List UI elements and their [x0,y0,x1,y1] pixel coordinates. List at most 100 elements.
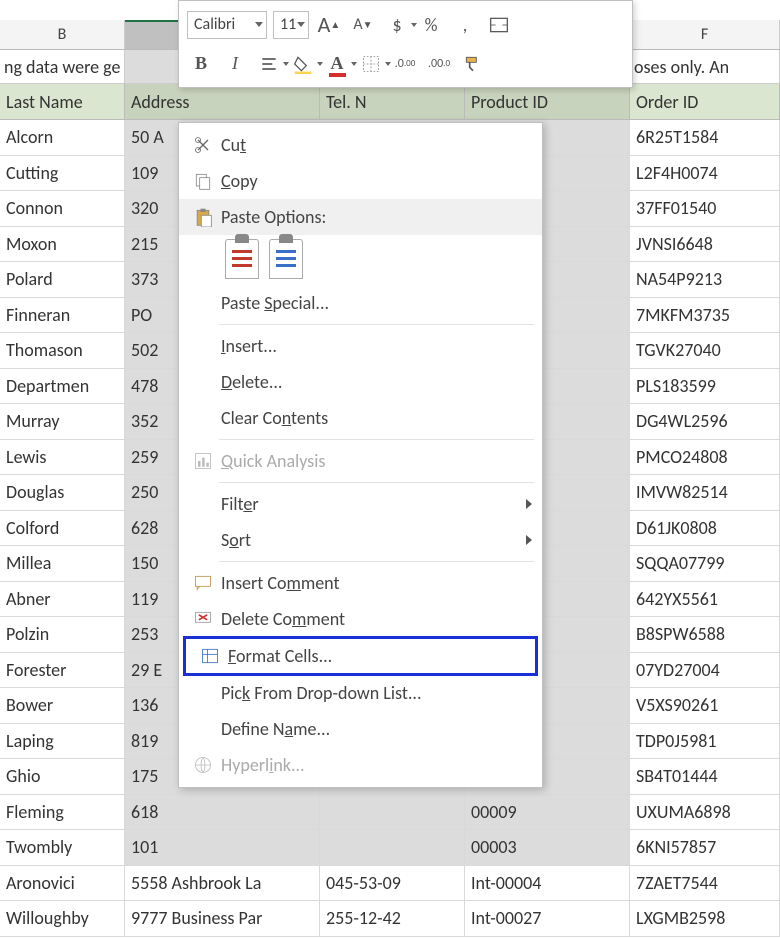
cell[interactable]: Laping [0,724,125,759]
font-color-icon[interactable]: A [323,50,351,78]
cell[interactable]: Departmen [0,369,125,404]
table-row[interactable]: Fleming618 00009UXUMA6898 [0,795,780,831]
menu-pick-from-list[interactable]: Pick From Drop-down List... [179,675,542,711]
fill-color-icon[interactable] [289,50,317,78]
cell[interactable]: 6R25T1584 [630,120,780,155]
increase-decimal-icon[interactable]: .0.00 [391,50,419,78]
header-address[interactable]: Address [125,84,320,119]
header-product[interactable]: Product ID [465,84,630,119]
cell[interactable]: 37FF01540 [630,191,780,226]
cell[interactable]: 255-12-42 [320,901,465,936]
cell[interactable]: Twombly [0,830,125,865]
menu-filter[interactable]: Filter [179,486,542,522]
cell[interactable]: Willoughby [0,901,125,936]
cell[interactable]: 6KNI57857 [630,830,780,865]
menu-cut[interactable]: Cut [179,127,542,163]
cell[interactable]: Aronovici [0,866,125,901]
cell[interactable]: UXUMA6898 [630,795,780,830]
menu-copy[interactable]: Copy [179,163,542,199]
cell[interactable]: TDP0J5981 [630,724,780,759]
cell[interactable]: Moxon [0,227,125,262]
cell[interactable]: LXGMB2598 [630,901,780,936]
cell[interactable]: Colford [0,511,125,546]
percent-icon[interactable]: % [417,11,445,39]
cell[interactable]: Forester [0,653,125,688]
cell[interactable]: PMCO24808 [630,440,780,475]
format-painter-icon[interactable] [459,50,487,78]
cell[interactable]: Cutting [0,156,125,191]
cell[interactable]: Abner [0,582,125,617]
italic-icon[interactable]: I [221,50,249,78]
grow-font-icon[interactable]: A▲ [315,11,343,39]
cell[interactable]: V5XS90261 [630,688,780,723]
menu-format-cells[interactable]: Format Cells... [183,636,538,676]
font-name-combo[interactable]: Calibri [187,11,267,39]
menu-delete[interactable]: Delete... [179,364,542,400]
paste-values[interactable] [269,239,303,279]
menu-insert[interactable]: Insert... [179,328,542,364]
decrease-decimal-icon[interactable]: .00.0 [425,50,453,78]
cell[interactable]: 7MKFM3735 [630,298,780,333]
cell[interactable]: 101 [125,830,320,865]
cell[interactable]: 5558 Ashbrook La [125,866,320,901]
cell[interactable]: 00003 [465,830,630,865]
cell[interactable]: Ghio [0,759,125,794]
cell[interactable]: D61JK0808 [630,511,780,546]
cell[interactable]: Polzin [0,617,125,652]
cell[interactable]: 618 [125,795,320,830]
cell[interactable]: Douglas [0,475,125,510]
cell[interactable]: JVNSI6648 [630,227,780,262]
menu-clear-contents[interactable]: Clear Contents [179,400,542,436]
menu-delete-comment[interactable]: Delete Comment [179,601,542,637]
menu-sort[interactable]: Sort [179,522,542,558]
cell[interactable]: 07YD27004 [630,653,780,688]
cell[interactable]: NA54P9213 [630,262,780,297]
header-lastname[interactable]: Last Name [0,84,125,119]
menu-insert-comment[interactable]: Insert Comment [179,565,542,601]
cell[interactable]: Int-00004 [465,866,630,901]
table-row[interactable]: Twombly101 000036KNI57857 [0,830,780,866]
cell[interactable]: 9777 Business Par [125,901,320,936]
merge-icon[interactable] [485,11,513,39]
borders-icon[interactable] [357,50,385,78]
cell[interactable]: Fleming [0,795,125,830]
cell[interactable]: 045-53-09 [320,866,465,901]
table-row[interactable]: Willoughby9777 Business Par255-12-42Int-… [0,901,780,937]
header-tel[interactable]: Tel. N [320,84,465,119]
cell[interactable]: Connon [0,191,125,226]
col-f-header[interactable]: F [630,20,780,49]
cell[interactable]: Lewis [0,440,125,475]
cell[interactable]: 00009 [465,795,630,830]
cell[interactable]: DG4WL2596 [630,404,780,439]
cell[interactable]: Finneran [0,298,125,333]
cell[interactable]: SQQA07799 [630,546,780,581]
cell[interactable]: Murray [0,404,125,439]
menu-paste-special[interactable]: Paste Special... [179,285,542,321]
bold-icon[interactable]: B [187,50,215,78]
paste-keep-formatting[interactable] [225,239,259,279]
cell[interactable]: B8SPW6588 [630,617,780,652]
cell[interactable]: Bower [0,688,125,723]
cell[interactable]: 642YX5561 [630,582,780,617]
font-size-combo[interactable]: 11 [273,11,309,39]
cell[interactable]: Millea [0,546,125,581]
cell[interactable] [320,830,465,865]
cell[interactable]: Thomason [0,333,125,368]
comma-icon[interactable]: , [451,11,479,39]
col-b-header[interactable]: B [0,20,125,49]
cell[interactable]: PLS183599 [630,369,780,404]
cell[interactable]: L2F4H0074 [630,156,780,191]
align-icon[interactable] [255,50,283,78]
table-row[interactable]: Aronovici5558 Ashbrook La045-53-09Int-00… [0,866,780,902]
cell[interactable]: IMVW82514 [630,475,780,510]
cell[interactable]: Alcorn [0,120,125,155]
cell[interactable]: TGVK27040 [630,333,780,368]
cell[interactable]: Polard [0,262,125,297]
cell[interactable]: SB4T01444 [630,759,780,794]
cell[interactable]: Int-00027 [465,901,630,936]
currency-icon[interactable]: $ [383,11,411,39]
header-order[interactable]: Order ID [630,84,780,119]
cell[interactable]: 7ZAET7544 [630,866,780,901]
menu-define-name[interactable]: Define Name... [179,711,542,747]
shrink-font-icon[interactable]: A▼ [349,11,377,39]
